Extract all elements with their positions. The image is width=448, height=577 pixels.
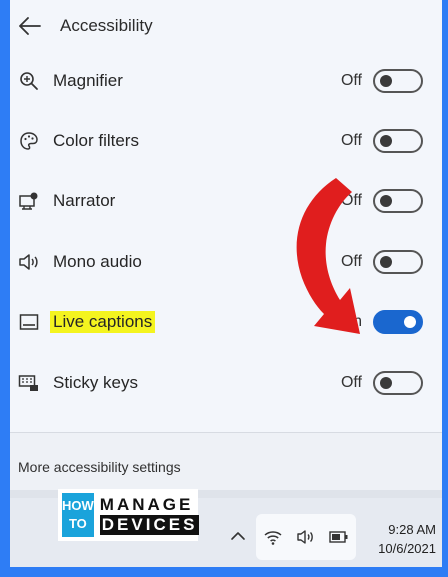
toggle-knob — [380, 75, 392, 87]
flyout-header: Accessibility — [10, 0, 442, 52]
sticky-keys-toggle[interactable] — [373, 371, 423, 395]
show-hidden-icons-button[interactable] — [228, 526, 248, 546]
row-narrator: Narrator Off — [10, 173, 442, 229]
logo-devices-text: DEVICES — [99, 515, 200, 535]
mono-audio-state: Off — [340, 253, 362, 270]
row-color-filters: Color filters Off — [10, 113, 442, 169]
wifi-icon — [264, 531, 282, 545]
clock-time: 9:28 AM — [388, 522, 436, 537]
live-captions-toggle[interactable] — [373, 310, 423, 334]
sticky-keys-label: Sticky keys — [53, 373, 139, 392]
accessibility-flyout: Accessibility Magnifier Off Color filter… — [10, 0, 442, 490]
narrator-label: Narrator — [53, 191, 116, 210]
page-title: Accessibility — [60, 16, 153, 35]
row-mono-audio: Mono audio Off — [10, 234, 442, 290]
quick-settings-frame: Accessibility Magnifier Off Color filter… — [10, 0, 442, 567]
volume-icon — [297, 530, 313, 544]
mono-audio-label: Mono audio — [53, 252, 142, 271]
sticky-keys-state: Off — [340, 374, 362, 391]
toggle-knob — [404, 316, 416, 328]
logo-manage-block: MANAGE DEVICES — [99, 495, 200, 535]
toggle-knob — [380, 377, 392, 389]
keyboard-icon — [18, 372, 40, 394]
row-sticky-keys: Sticky keys Off — [10, 355, 442, 411]
logo-how-block: HOW TO — [62, 493, 94, 537]
narrator-state: Off — [340, 192, 362, 209]
color-filters-state: Off — [340, 132, 362, 149]
magnifier-label: Magnifier — [53, 71, 123, 90]
battery-icon — [329, 531, 348, 543]
logo-to-text: TO — [68, 516, 87, 531]
system-tray-button[interactable] — [256, 514, 356, 560]
toggle-knob — [380, 256, 392, 268]
captions-icon — [18, 311, 40, 333]
narrator-toggle[interactable] — [373, 189, 423, 213]
color-filters-label: Color filters — [53, 131, 139, 150]
magnifier-toggle[interactable] — [373, 69, 423, 93]
flyout-footer: More accessibility settings — [10, 433, 442, 490]
logo-how-text: HOW — [62, 498, 94, 513]
live-captions-label: Live captions — [50, 311, 156, 333]
color-filters-icon — [18, 130, 40, 152]
back-arrow-icon — [19, 17, 41, 35]
chevron-up-icon — [231, 532, 245, 540]
magnifier-icon — [18, 70, 40, 92]
toggle-knob — [380, 195, 392, 207]
taskbar-clock[interactable]: 9:28 AM 10/6/2021 — [362, 520, 436, 558]
mono-audio-toggle[interactable] — [373, 250, 423, 274]
speaker-icon — [18, 251, 40, 273]
clock-date: 10/6/2021 — [378, 541, 436, 556]
row-magnifier: Magnifier Off — [10, 53, 442, 109]
row-live-captions: Live captions On — [10, 294, 442, 350]
logo-manage-text: MANAGE — [99, 495, 194, 514]
color-filters-toggle[interactable] — [373, 129, 423, 153]
howtomanagedevices-logo: HOW TO MANAGE DEVICES — [58, 489, 200, 541]
more-accessibility-settings-link[interactable]: More accessibility settings — [18, 459, 181, 475]
narrator-icon — [18, 190, 40, 212]
magnifier-state: Off — [340, 72, 362, 89]
live-captions-state: On — [340, 313, 362, 330]
back-button[interactable] — [18, 14, 42, 38]
toggle-knob — [380, 135, 392, 147]
